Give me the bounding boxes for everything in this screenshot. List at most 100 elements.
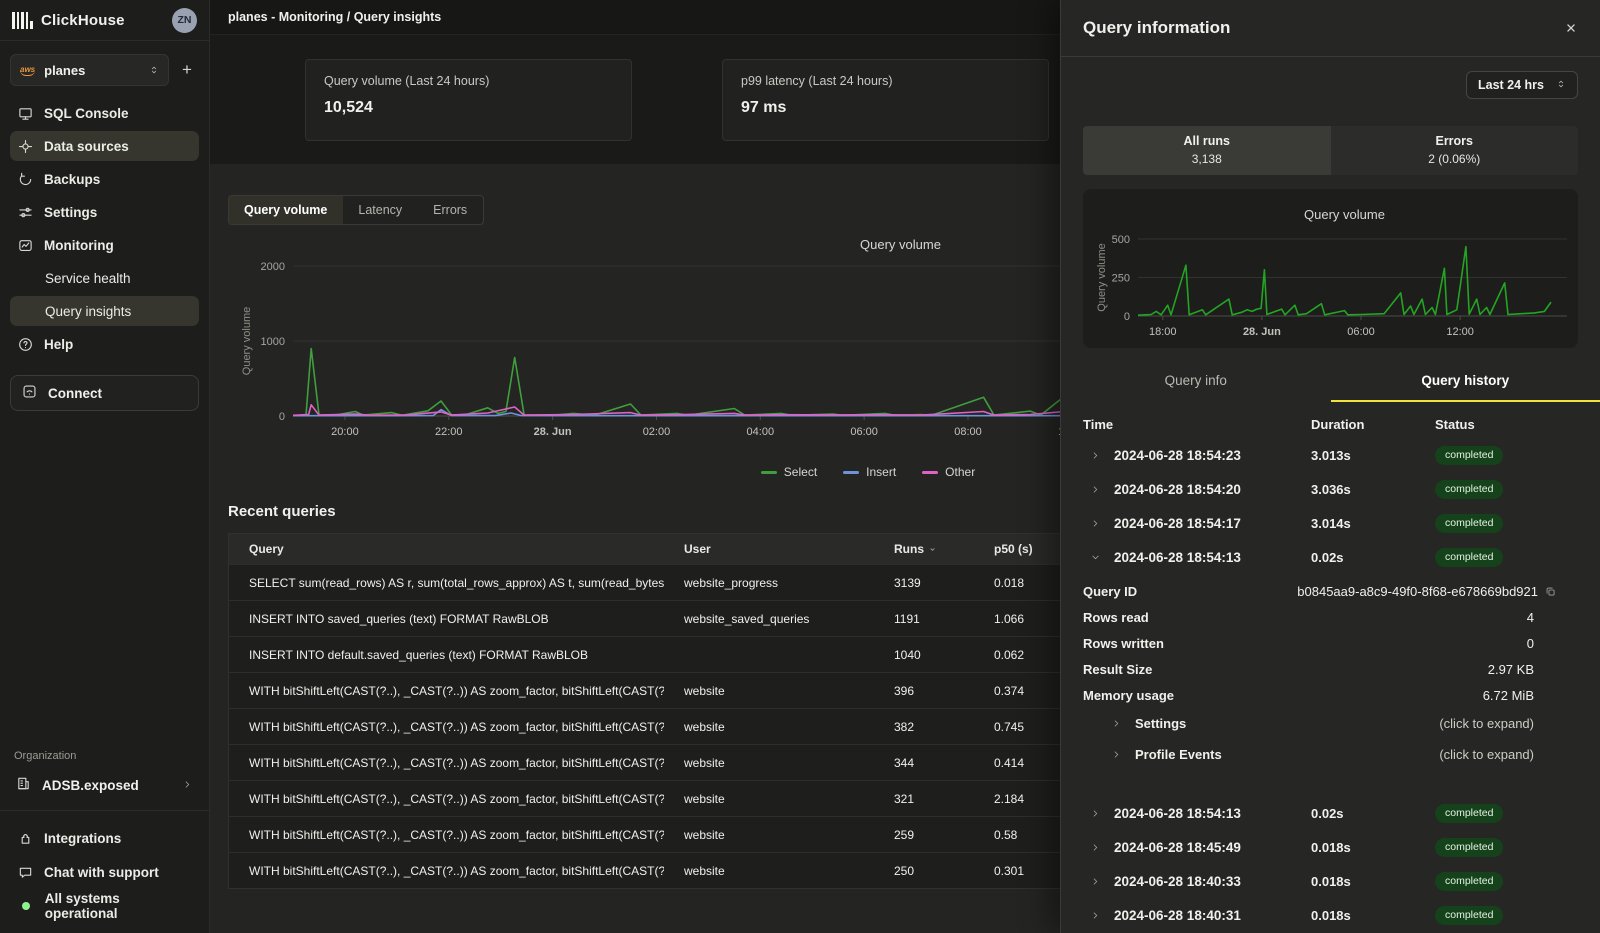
history-row[interactable]: 2024-06-28 18:40:330.018scompleted: [1083, 864, 1578, 898]
user-avatar[interactable]: ZN: [172, 8, 197, 33]
panel-chart-card: Query volumeQuery volume025050018:0028. …: [1083, 189, 1578, 348]
tab-errors[interactable]: Errors: [418, 196, 483, 224]
column-header-query[interactable]: Query: [229, 542, 664, 556]
user-cell: website: [664, 864, 874, 878]
run-duration: 0.018s: [1311, 840, 1435, 855]
chevron-down-icon[interactable]: [1090, 552, 1101, 563]
add-service-button[interactable]: +: [175, 60, 199, 80]
chevron-right-icon: [1111, 749, 1122, 760]
run-timestamp: 2024-06-28 18:54:17: [1114, 516, 1241, 531]
detail-row-rows-read: Rows read4: [1083, 604, 1578, 630]
column-header-runs[interactable]: Runs: [874, 542, 974, 556]
sidebar-item-chat-support[interactable]: Chat with support: [10, 857, 199, 887]
divider: [0, 40, 209, 41]
history-row[interactable]: 2024-06-28 18:45:490.018scompleted: [1083, 830, 1578, 864]
history-row[interactable]: 2024-06-28 18:54:203.036scompleted: [1083, 472, 1578, 506]
chevron-right-icon[interactable]: [1090, 808, 1101, 819]
column-header-user[interactable]: User: [664, 542, 874, 556]
sidebar-item-label: Backups: [44, 172, 100, 187]
segment-value: 2 (0.06%): [1331, 152, 1579, 166]
sidebar-item-sql-console[interactable]: SQL Console: [10, 98, 199, 128]
runs-errors-segments: All runs3,138Errors2 (0.06%): [1083, 126, 1578, 175]
sidebar-item-label: Integrations: [44, 831, 121, 846]
panel-query-volume-chart: Query volumeQuery volume025050018:0028. …: [1091, 193, 1567, 343]
sidebar-item-data-sources[interactable]: Data sources: [10, 131, 199, 161]
user-cell: website: [664, 684, 874, 698]
column-label: Runs: [894, 542, 924, 556]
sidebar-item-monitoring[interactable]: Monitoring: [10, 230, 199, 260]
svg-text:28. Jun: 28. Jun: [1243, 326, 1281, 338]
range-row: Last 24 hrs: [1083, 71, 1578, 99]
sidebar-item-label: All systems operational: [45, 891, 191, 921]
run-duration: 0.02s: [1311, 806, 1435, 821]
clickhouse-logo-icon: [12, 12, 33, 29]
stat-label: Query volume (Last 24 hours): [324, 74, 613, 88]
close-icon[interactable]: [1564, 21, 1578, 35]
sidebar-item-query-insights[interactable]: Query insights: [10, 296, 199, 326]
runs-cell: 259: [874, 828, 974, 842]
sidebar-item-help[interactable]: Help: [10, 329, 199, 359]
svg-text:Query volume: Query volume: [1096, 243, 1108, 311]
legend-swatch-icon: [922, 471, 938, 474]
chevron-right-icon[interactable]: [1090, 484, 1101, 495]
chevron-right-icon[interactable]: [1090, 876, 1101, 887]
tab-latency[interactable]: Latency: [343, 196, 418, 224]
updown-icon: [149, 63, 159, 78]
connect-button[interactable]: Connect: [10, 375, 199, 411]
legend-item-other[interactable]: Other: [922, 465, 975, 479]
history-row[interactable]: 2024-06-28 18:54:130.02scompleted: [1083, 540, 1578, 574]
organization-icon: [16, 776, 31, 794]
copy-icon[interactable]: [1545, 586, 1556, 597]
service-selector[interactable]: aws planes: [10, 54, 169, 86]
time-range-select[interactable]: Last 24 hrs: [1466, 71, 1578, 99]
run-timestamp: 2024-06-28 18:40:33: [1114, 874, 1241, 889]
segment-errors[interactable]: Errors2 (0.06%): [1331, 126, 1579, 175]
status-badge: completed: [1435, 838, 1503, 857]
panel-tab-query-info[interactable]: Query info: [1061, 362, 1331, 402]
sidebar-item-backups[interactable]: Backups: [10, 164, 199, 194]
sidebar-item-service-health[interactable]: Service health: [10, 263, 199, 293]
history-row[interactable]: 2024-06-28 18:40:310.018scompleted: [1083, 898, 1578, 932]
runs-cell: 3139: [874, 576, 974, 590]
detail-row-memory-usage: Memory usage6.72 MiB: [1083, 682, 1578, 708]
run-duration: 3.036s: [1311, 482, 1435, 497]
detail-value: 4: [1527, 610, 1534, 625]
history-row[interactable]: 2024-06-28 18:54:130.02scompleted: [1083, 796, 1578, 830]
expandable-profile-events[interactable]: Profile Events(click to expand): [1083, 739, 1578, 770]
detail-value: 0: [1527, 636, 1534, 651]
legend-label: Select: [784, 465, 817, 479]
tab-query-volume[interactable]: Query volume: [229, 196, 343, 224]
chevron-right-icon[interactable]: [1090, 842, 1101, 853]
sidebar-item-label: SQL Console: [44, 106, 129, 121]
sidebar-item-settings[interactable]: Settings: [10, 197, 199, 227]
legend-item-select[interactable]: Select: [761, 465, 817, 479]
chevron-right-icon[interactable]: [1090, 450, 1101, 461]
history-header-row: TimeDurationStatus: [1083, 410, 1578, 438]
history-row[interactable]: 2024-06-28 18:54:233.013scompleted: [1083, 438, 1578, 472]
history-row[interactable]: 2024-06-28 18:54:173.014scompleted: [1083, 506, 1578, 540]
panel-header: Query information: [1061, 0, 1600, 57]
run-timestamp: 2024-06-28 18:40:31: [1114, 908, 1241, 923]
sidebar-item-label: Query insights: [45, 304, 131, 319]
user-cell: website: [664, 720, 874, 734]
chevron-right-icon[interactable]: [1090, 910, 1101, 921]
legend-item-insert[interactable]: Insert: [843, 465, 896, 479]
organization-section-label: Organization: [14, 750, 195, 762]
organization-row[interactable]: ADSB.exposed: [10, 770, 199, 800]
query-cell: INSERT INTO saved_queries (text) FORMAT …: [229, 612, 664, 626]
svg-text:250: 250: [1112, 273, 1130, 285]
close-icon[interactable]: [1564, 21, 1578, 35]
history-column-duration: Duration: [1311, 417, 1435, 432]
sidebar-item-integrations[interactable]: Integrations: [10, 823, 199, 853]
panel-tab-query-history[interactable]: Query history: [1331, 362, 1600, 402]
sidebar-item-system-status[interactable]: All systems operational: [10, 891, 199, 921]
data-sources-icon: [18, 139, 33, 154]
expandable-settings[interactable]: Settings(click to expand): [1083, 708, 1578, 739]
chevron-right-icon[interactable]: [1090, 518, 1101, 529]
stat-value: 97 ms: [741, 99, 1030, 117]
segment-all-runs[interactable]: All runs3,138: [1083, 126, 1331, 175]
status-badge: completed: [1435, 548, 1503, 567]
run-timestamp: 2024-06-28 18:54:13: [1114, 806, 1241, 821]
organization-name: ADSB.exposed: [42, 778, 139, 793]
stat-label: p99 latency (Last 24 hours): [741, 74, 1030, 88]
